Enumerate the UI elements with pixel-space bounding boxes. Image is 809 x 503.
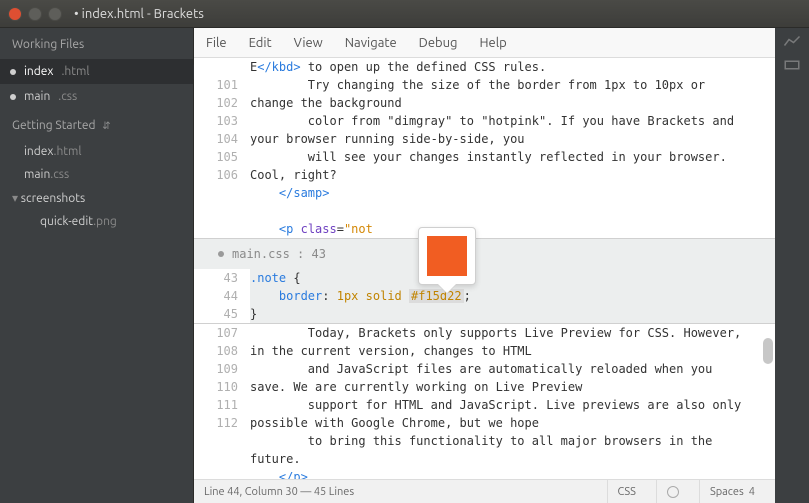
inline-file-line: 43 xyxy=(311,247,325,261)
gutter-line: 43 xyxy=(194,269,238,287)
sort-icon[interactable]: ⇵ xyxy=(102,120,110,131)
gutter-line: 108 xyxy=(194,342,238,360)
tree-file[interactable]: main.css xyxy=(0,163,193,186)
code-line[interactable]: E</kbd> to open up the defined CSS rules… xyxy=(250,58,755,76)
gutter-line: 102 xyxy=(194,94,238,112)
working-file[interactable]: main.css xyxy=(0,84,193,109)
color-swatch[interactable] xyxy=(427,236,467,276)
circle-icon xyxy=(667,486,679,498)
working-file[interactable]: index.html xyxy=(0,59,193,84)
status-bar: Line 44, Column 30 — 45 Lines CSS Spaces… xyxy=(194,479,775,503)
dirty-indicator-icon xyxy=(10,69,16,75)
tree-file[interactable]: quick-edit.png xyxy=(0,210,193,233)
window-maximize-button[interactable] xyxy=(48,7,62,21)
code-line[interactable]: </p> xyxy=(250,468,755,479)
code-line[interactable]: will see your changes instantly reflecte… xyxy=(250,148,755,184)
code-line[interactable]: and JavaScript files are automatically r… xyxy=(250,360,755,396)
window-titlebar: • index.html - Brackets xyxy=(0,0,809,28)
dirty-indicator-icon xyxy=(10,94,16,100)
project-label: Getting Started xyxy=(12,119,95,132)
working-files-header: Working Files xyxy=(0,28,193,59)
code-line[interactable]: support for HTML and JavaScript. Live pr… xyxy=(250,396,755,432)
menu-file[interactable]: File xyxy=(206,36,227,50)
menubar: File Edit View Navigate Debug Help xyxy=(194,28,775,58)
indent-setting[interactable]: Spaces 4 xyxy=(699,480,765,503)
menu-debug[interactable]: Debug xyxy=(419,36,458,50)
tree-file[interactable]: index.html xyxy=(0,140,193,163)
gutter-line: 103 xyxy=(194,112,238,130)
right-toolbar xyxy=(775,28,809,503)
gutter-line: 111 xyxy=(194,396,238,414)
color-swatch-popover[interactable] xyxy=(418,227,476,285)
tree-folder[interactable]: screenshots xyxy=(0,186,193,210)
code-line[interactable]: <p class="not xyxy=(250,220,755,238)
project-header[interactable]: Getting Started ⇵ xyxy=(0,109,193,140)
window-minimize-button[interactable] xyxy=(28,7,42,21)
sidebar: Working Files index.htmlmain.css Getting… xyxy=(0,28,194,503)
menu-help[interactable]: Help xyxy=(480,36,507,50)
gutter-line: 110 xyxy=(194,378,238,396)
menu-navigate[interactable]: Navigate xyxy=(345,36,397,50)
working-files-label: Working Files xyxy=(12,38,84,51)
gutter-line: 105 xyxy=(194,148,238,166)
code-line[interactable]: .note { xyxy=(250,269,755,287)
live-preview-status[interactable] xyxy=(656,480,689,503)
menu-view[interactable]: View xyxy=(294,36,323,50)
gutter-line: 107 xyxy=(194,324,238,342)
window-title: • index.html - Brackets xyxy=(74,7,204,21)
code-line[interactable]: Today, Brackets only supports Live Previ… xyxy=(250,324,755,360)
gutter-line: 44 xyxy=(194,287,238,305)
window-close-button[interactable] xyxy=(8,7,22,21)
code-line[interactable]: color from "dimgray" to "hotpink". If yo… xyxy=(250,112,755,148)
gutter-line: 104 xyxy=(194,130,238,148)
language-mode[interactable]: CSS xyxy=(607,480,646,503)
menu-edit[interactable]: Edit xyxy=(249,36,272,50)
code-line[interactable]: to bring this functionality to all major… xyxy=(250,432,755,468)
inline-editor-header: main.css : 43 xyxy=(194,239,775,269)
gutter-line: 45 xyxy=(194,305,238,323)
cursor-position[interactable]: Line 44, Column 30 xyxy=(204,486,298,498)
code-line[interactable]: border: 1px solid #f15d22; xyxy=(250,287,755,305)
live-preview-icon[interactable] xyxy=(783,34,801,48)
code-line[interactable]: </samp> xyxy=(250,184,755,202)
scrollbar-thumb[interactable] xyxy=(763,338,773,364)
line-count: 45 Lines xyxy=(314,486,354,498)
extensions-icon[interactable] xyxy=(783,58,801,72)
gutter-line: 101 xyxy=(194,76,238,94)
code-line[interactable]: } xyxy=(250,305,755,323)
dirty-indicator-icon xyxy=(218,251,224,257)
code-line[interactable] xyxy=(250,202,755,220)
inline-file-name: main.css xyxy=(232,247,290,261)
gutter-line: 106 xyxy=(194,166,238,184)
gutter-line: 109 xyxy=(194,360,238,378)
gutter-line xyxy=(194,58,238,76)
inline-editor[interactable]: main.css : 43 434445.note { border: 1px … xyxy=(194,238,775,324)
gutter-line: 112 xyxy=(194,414,238,432)
code-editor[interactable]: 101102103104105106 E</kbd> to open up the… xyxy=(194,58,775,479)
main-panel: FileEditViewNavigateDebugHelp 1011021031… xyxy=(194,28,775,503)
code-line[interactable]: Try changing the size of the border from… xyxy=(250,76,755,112)
